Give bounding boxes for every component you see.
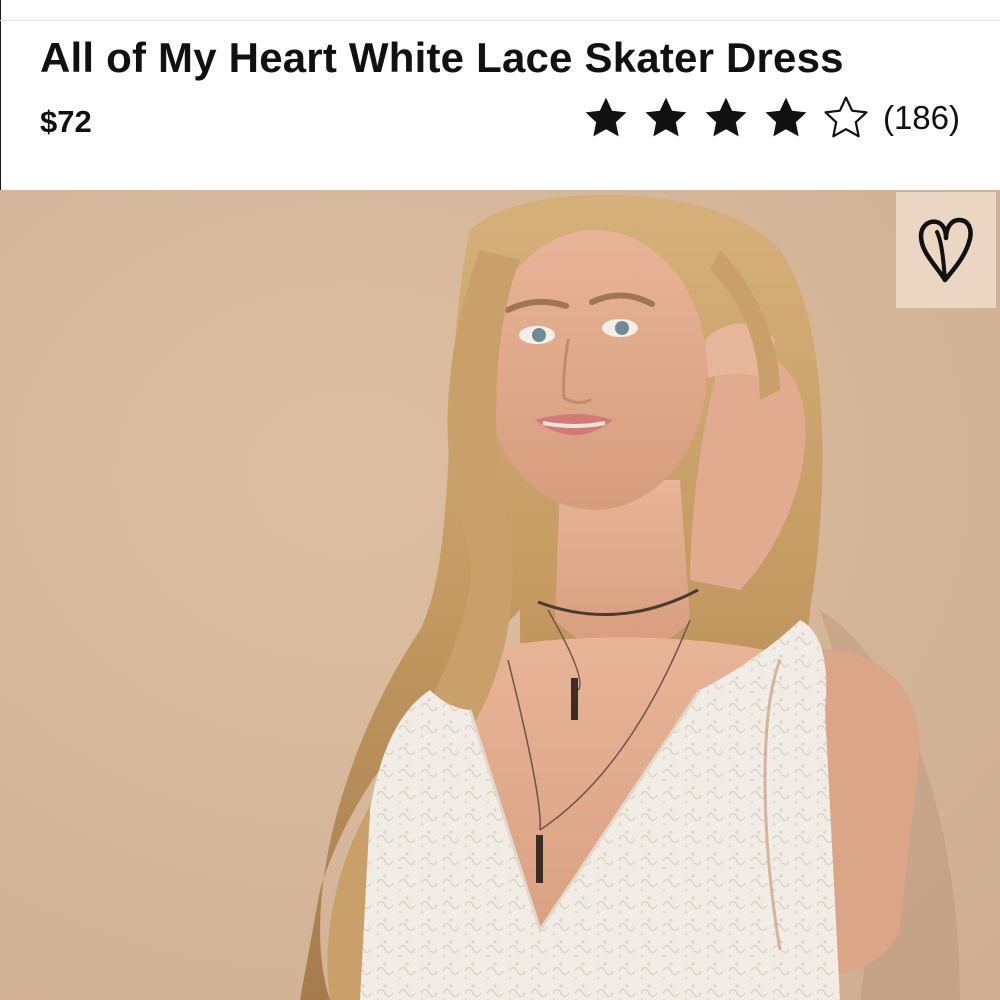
star-outline-icon xyxy=(824,96,868,138)
star-filled-icon xyxy=(705,97,747,137)
star-filled-icon xyxy=(645,97,687,137)
product-title: All of My Heart White Lace Skater Dress xyxy=(40,34,844,81)
product-image[interactable] xyxy=(0,190,1000,1000)
heart-outline-icon xyxy=(918,217,973,283)
star-filled-icon xyxy=(585,97,627,137)
window-edge xyxy=(0,0,1,190)
product-price: $72 xyxy=(40,104,92,139)
header-divider xyxy=(0,20,1000,21)
product-rating[interactable]: (186) xyxy=(579,94,960,142)
review-count[interactable]: (186) xyxy=(883,99,960,137)
star-filled-icon xyxy=(765,97,807,137)
favorite-button[interactable] xyxy=(896,192,996,308)
product-page: All of My Heart White Lace Skater Dress … xyxy=(0,0,1000,1000)
model-photo xyxy=(0,190,1000,1000)
